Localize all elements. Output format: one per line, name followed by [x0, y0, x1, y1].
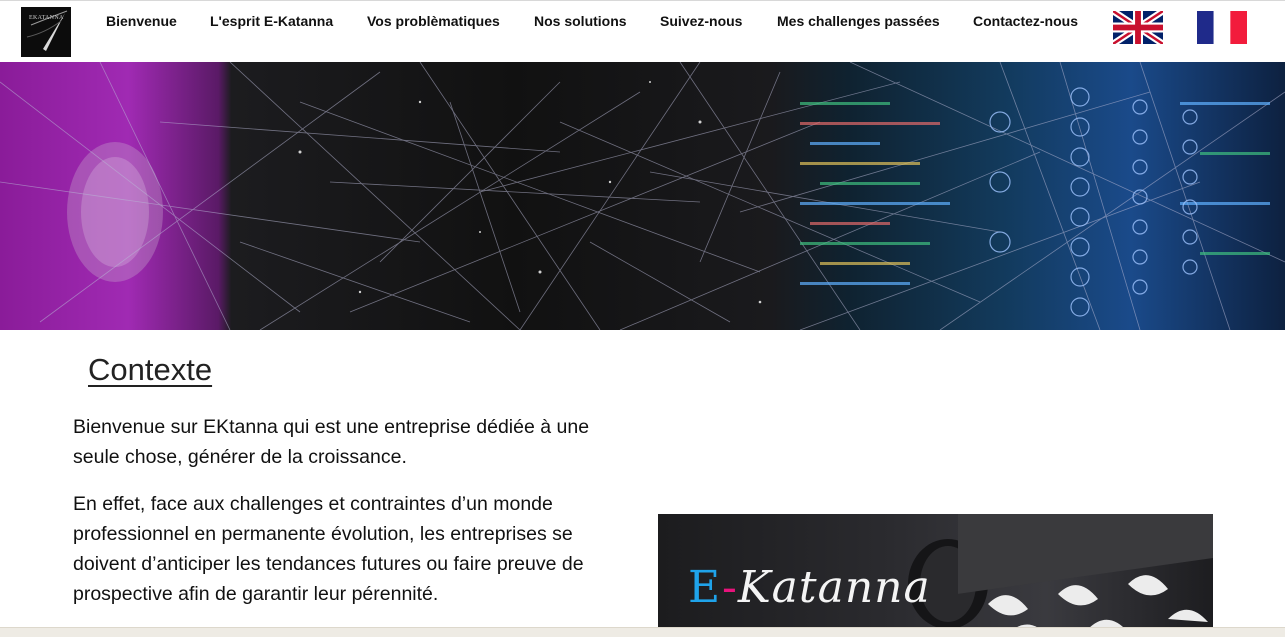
nav-item-solutions[interactable]: Nos solutions — [534, 13, 627, 29]
promo-brand-title: E-Katanna — [688, 562, 931, 613]
uk-flag-icon[interactable] — [1113, 11, 1163, 44]
hero-banner — [0, 62, 1285, 330]
context-paragraph: En effet, face aux challenges et contrai… — [73, 493, 584, 605]
network-lines-illustration — [0, 62, 1285, 330]
section-title-contexte: Contexte — [88, 352, 213, 387]
intro-paragraph: Bienvenue sur EKtanna qui est une entrep… — [73, 416, 590, 468]
top-navigation: EKATANNA Bienvenue L'esprit E-Katanna Vo… — [0, 0, 1285, 63]
ekatanna-promo-image: E-Katanna — [658, 514, 1213, 636]
france-flag-icon[interactable] — [1197, 11, 1247, 44]
nav-item-suivez-nous[interactable]: Suivez-nous — [660, 13, 742, 29]
nav-item-bienvenue[interactable]: Bienvenue — [106, 13, 177, 29]
logo-label: EKATANNA — [29, 15, 64, 21]
ekatanna-logo[interactable]: EKATANNA — [21, 7, 71, 57]
nav-item-esprit-ekatanna[interactable]: L'esprit E-Katanna — [210, 13, 333, 29]
nav-item-challenges[interactable]: Mes challenges passées — [777, 13, 940, 29]
nav-item-contact[interactable]: Contactez-nous — [973, 13, 1078, 29]
nav-item-problematiques[interactable]: Vos problèmatiques — [367, 13, 500, 29]
